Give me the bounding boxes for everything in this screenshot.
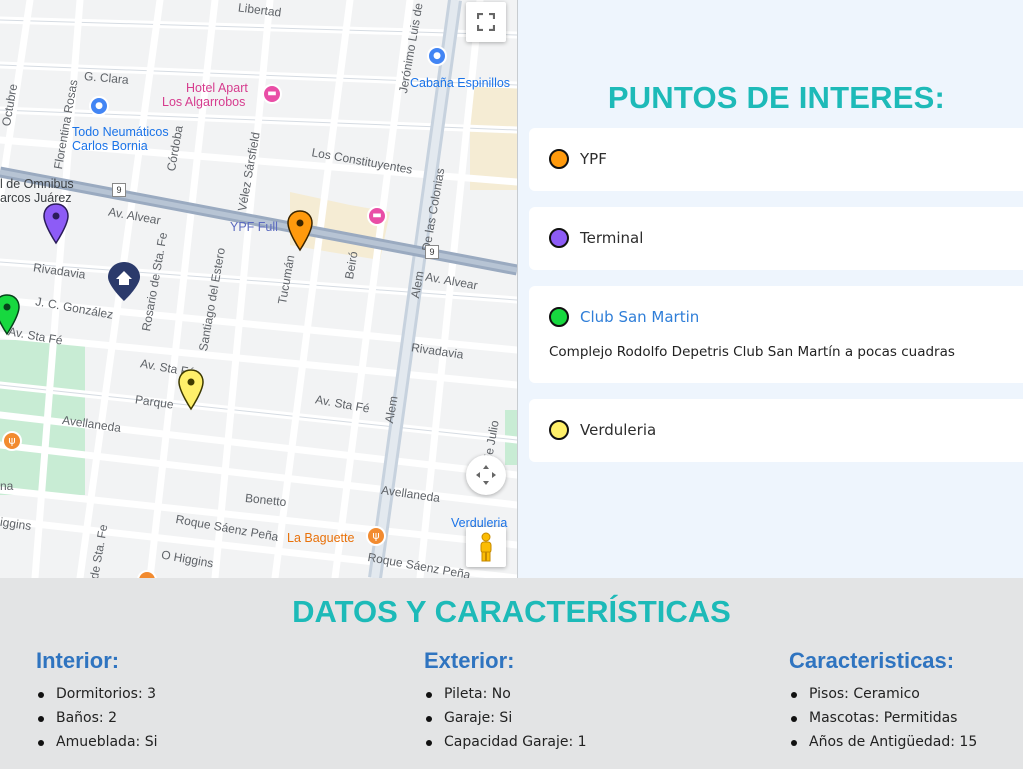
map-marker-terminal[interactable] [43,203,69,245]
home-marker-icon[interactable] [107,261,141,303]
place-label-la-baguette[interactable]: La Baguette [287,532,354,545]
street-label: na [0,479,14,493]
characteristics-heading: Caracteristicas: [789,648,955,673]
list-item: Mascotas: Permitidas [789,706,977,730]
place-label-terminal[interactable]: l de Omnibus [0,178,74,191]
shopping-bag-icon[interactable]: ● [427,46,447,66]
poi-name[interactable]: Terminal [580,229,643,247]
pan-control-button[interactable] [466,455,506,495]
street-view-button[interactable] [466,527,506,567]
list-item: Baños: 2 [36,706,157,730]
building-block-right [470,85,517,190]
poi-card-verduleria[interactable]: Verduleria [529,399,1023,462]
place-label-ypf-full[interactable]: YPF Full [230,221,278,234]
exterior-column: Exterior: Pileta: No Garaje: Si Capacida… [424,648,587,754]
pan-control-icon [476,465,496,485]
map-marker-verduleria[interactable] [178,369,204,411]
poi-name[interactable]: Club San Martin [580,308,699,326]
poi-color-dot [549,228,569,248]
hotel-icon[interactable]: ▬ [262,84,282,104]
place-label-cabana[interactable]: Cabaña Espinillos [410,77,510,90]
exterior-heading: Exterior: [424,648,515,673]
points-of-interest-panel: PUNTOS DE INTERES: YPF Terminal Club San… [517,0,1023,578]
route-badge: 9 [425,245,439,259]
interior-column: Interior: Dormitorios: 3 Baños: 2 Amuebl… [36,648,157,754]
place-label-neumaticos[interactable]: Todo Neumáticos [72,126,169,139]
route-badge: 9 [112,183,126,197]
poi-description: Complejo Rodolfo Depetris Club San Martí… [549,344,955,360]
features-title: DATOS Y CARACTERÍSTICAS [292,594,731,629]
list-item: Años de Antigüedad: 15 [789,730,977,754]
characteristics-column: Caracteristicas: Pisos: Ceramico Mascota… [789,648,977,754]
exterior-list: Pileta: No Garaje: Si Capacidad Garaje: … [424,682,587,754]
poi-name[interactable]: Verduleria [580,421,656,439]
shopping-bag-icon[interactable]: ● [89,96,109,116]
place-label-hotel[interactable]: Los Algarrobos [162,96,245,109]
map-marker-ypf[interactable] [287,210,313,252]
poi-name[interactable]: YPF [580,150,607,168]
restaurant-icon[interactable]: ψ [2,431,22,451]
poi-title: PUNTOS DE INTERES: [607,80,945,115]
interior-heading: Interior: [36,648,120,673]
list-item: Pileta: No [424,682,587,706]
features-section: DATOS Y CARACTERÍSTICAS Interior: Dormit… [0,578,1023,769]
street-label: iggins [0,514,33,534]
street-label: G. Clara [83,69,130,87]
poi-color-dot [549,149,569,169]
list-item: Pisos: Ceramico [789,682,977,706]
list-item: Dormitorios: 3 [36,682,157,706]
poi-card-ypf[interactable]: YPF [529,128,1023,191]
place-label-hotel[interactable]: Hotel Apart [186,82,248,95]
map-marker-club-san-martin[interactable] [0,294,20,336]
map[interactable]: Libertad G. Clara Los Constituyentes Av.… [0,0,517,578]
place-label-neumaticos[interactable]: Carlos Bornia [72,140,148,153]
list-item: Amueblada: Si [36,730,157,754]
characteristics-list: Pisos: Ceramico Mascotas: Permitidas Año… [789,682,977,754]
interior-list: Dormitorios: 3 Baños: 2 Amueblada: Si [36,682,157,754]
restaurant-icon[interactable]: ψ [366,526,386,546]
fullscreen-icon [477,13,495,31]
poi-color-dot [549,307,569,327]
street-view-pegman-icon [480,532,492,562]
list-item: Capacidad Garaje: 1 [424,730,587,754]
poi-card-terminal[interactable]: Terminal [529,207,1023,270]
fullscreen-button[interactable] [466,2,506,42]
hotel-icon[interactable]: ▬ [367,206,387,226]
poi-color-dot [549,420,569,440]
poi-card-club-san-martin[interactable]: Club San Martin Complejo Rodolfo Depetri… [529,286,1023,383]
list-item: Garaje: Si [424,706,587,730]
